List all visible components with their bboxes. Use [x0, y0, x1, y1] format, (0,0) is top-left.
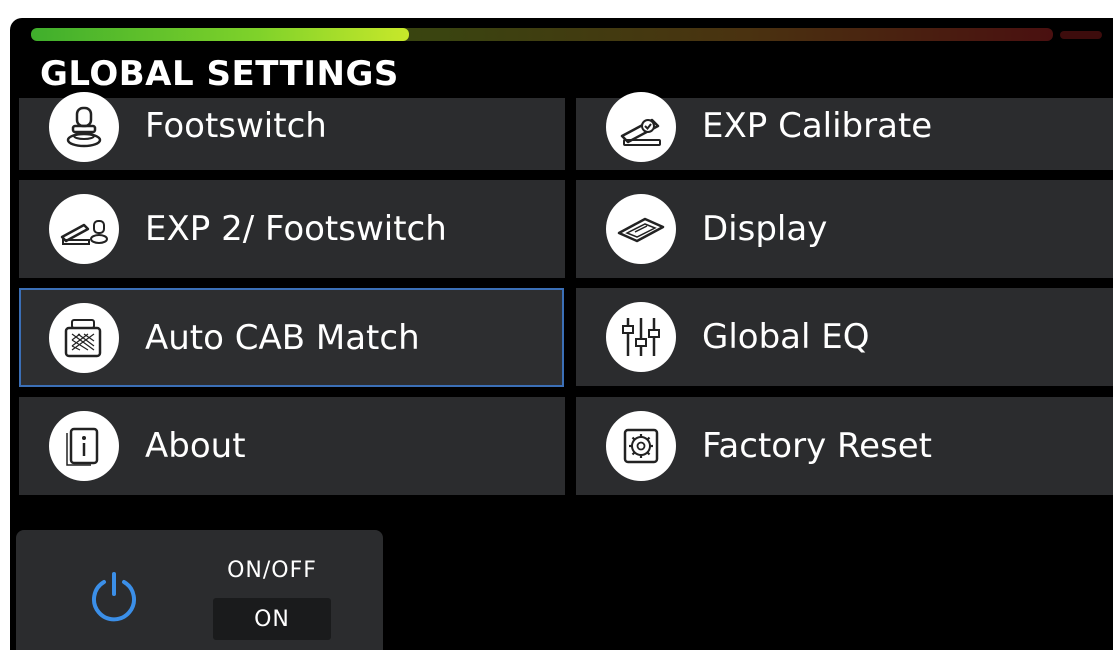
menu-item-exp-calibrate[interactable]: EXP Calibrate [576, 92, 1113, 170]
menu-item-label: Footswitch [145, 106, 327, 146]
menu-item-factory-reset[interactable]: Factory Reset [576, 397, 1113, 495]
exp-calibrate-icon [606, 92, 676, 162]
menu-item-label: Global EQ [702, 317, 870, 357]
cab-icon [49, 302, 119, 373]
menu-item-label: EXP 2/ Footswitch [145, 209, 447, 249]
display-icon [606, 194, 676, 264]
footswitch-icon [49, 92, 119, 162]
menu-item-auto-cab-match[interactable]: Auto CAB Match [19, 288, 564, 387]
eq-sliders-icon [606, 302, 676, 372]
menu-item-display[interactable]: Display [576, 180, 1113, 278]
info-icon [49, 411, 119, 481]
settings-screen: GLOBAL SETTINGS Footswitch EXP Calibrate [10, 18, 1113, 650]
menu-item-label: Auto CAB Match [145, 317, 420, 358]
menu-item-label: About [145, 426, 246, 466]
menu-item-label: Display [702, 209, 828, 249]
level-meter [31, 28, 1053, 41]
exp-footswitch-icon [49, 194, 119, 264]
level-meter-fill [31, 28, 410, 41]
onoff-label: ON/OFF [227, 558, 317, 583]
power-icon[interactable] [88, 570, 140, 628]
onoff-toggle[interactable]: ON [213, 598, 331, 640]
page-title: GLOBAL SETTINGS [40, 54, 399, 94]
menu-item-footswitch[interactable]: Footswitch [19, 92, 565, 170]
menu-item-about[interactable]: About [19, 397, 565, 495]
menu-item-label: EXP Calibrate [702, 106, 933, 146]
power-panel: ON/OFF ON [16, 530, 383, 650]
menu-item-exp2-footswitch[interactable]: EXP 2/ Footswitch [19, 180, 565, 278]
menu-item-label: Factory Reset [702, 426, 932, 466]
level-meter-clip [1060, 31, 1102, 39]
menu-item-global-eq[interactable]: Global EQ [576, 288, 1113, 386]
factory-reset-icon [606, 411, 676, 481]
